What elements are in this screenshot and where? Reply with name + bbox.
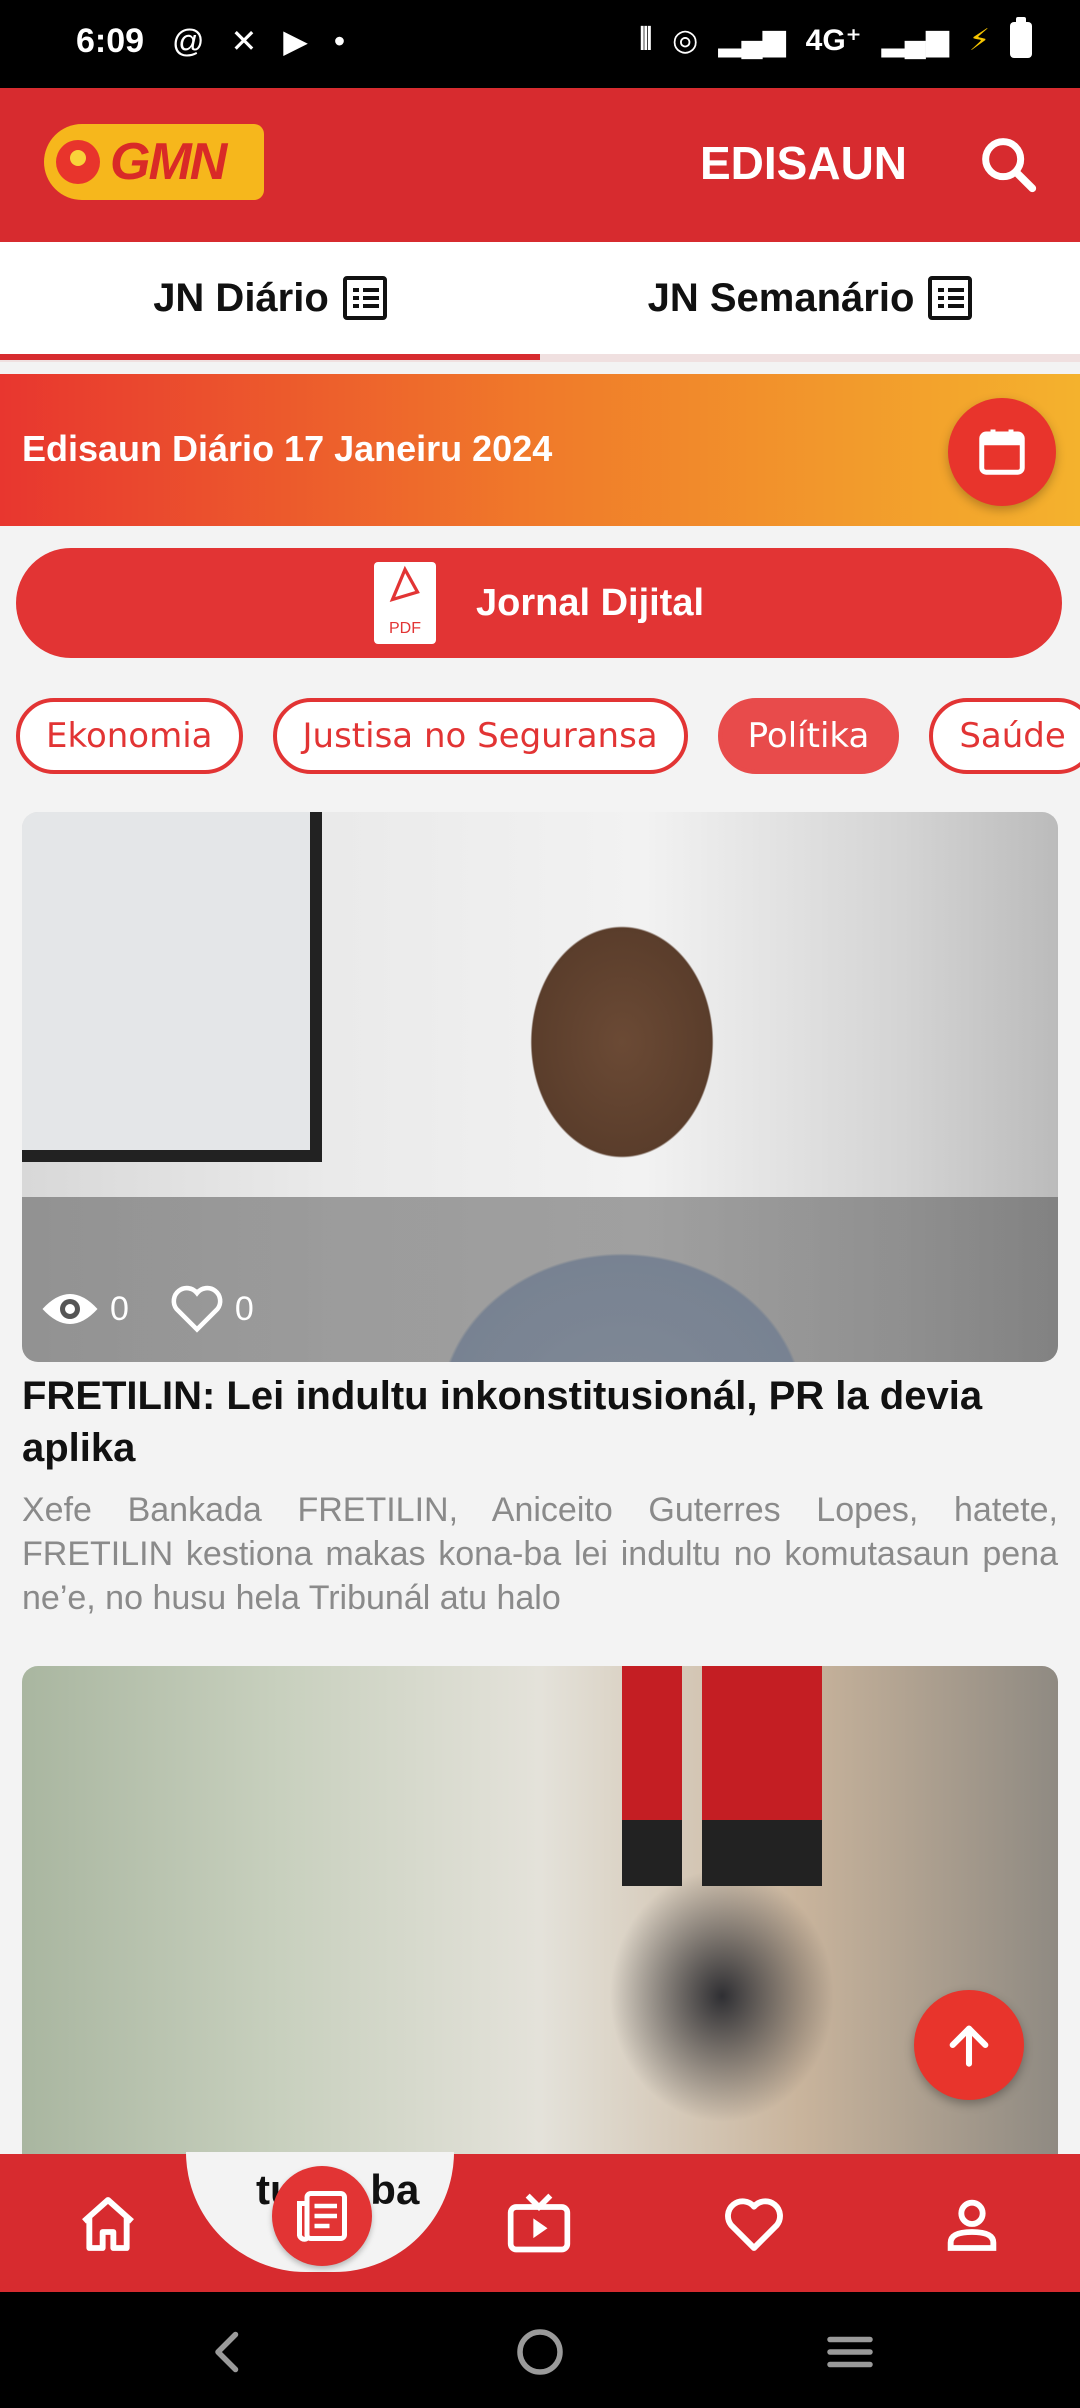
nav-profile[interactable] bbox=[936, 2188, 1008, 2260]
logo-sun-icon bbox=[56, 140, 100, 184]
tab-jn-semanario[interactable]: JN Semanário bbox=[540, 242, 1080, 354]
home-system-button[interactable] bbox=[510, 2322, 570, 2382]
app-logo[interactable]: GMN bbox=[44, 124, 264, 200]
status-time: 6:09 bbox=[76, 22, 145, 60]
heart-outline-icon[interactable] bbox=[169, 1284, 225, 1334]
pdf-icon: PDF bbox=[373, 562, 436, 644]
edition-tabs: JN Diário JN Semanário bbox=[0, 242, 1080, 362]
heart-icon bbox=[725, 2198, 783, 2251]
chip-politika[interactable]: Polítika bbox=[717, 698, 900, 774]
article-card[interactable]: 0 0 bbox=[22, 1666, 1058, 2216]
article-title[interactable]: FRETILIN: Lei indultu inkonstitusionál, … bbox=[22, 1370, 1058, 1474]
jornal-dijital-label: Jornal Dijital bbox=[475, 581, 705, 624]
list-icon bbox=[342, 276, 387, 320]
newspaper-icon bbox=[296, 2191, 347, 2242]
edition-banner: Edisaun Diário 17 Janeiru 2024 bbox=[0, 374, 1080, 526]
search-icon bbox=[982, 138, 1037, 193]
flag bbox=[702, 1666, 762, 1886]
back-button[interactable] bbox=[198, 2322, 258, 2382]
circle-home-icon bbox=[517, 2329, 563, 2375]
list-icon bbox=[928, 276, 973, 320]
tab-label: JN Semanário bbox=[647, 275, 915, 320]
vibrate-icon: ⫴ bbox=[639, 23, 653, 56]
youtube-icon: ▶ bbox=[283, 23, 308, 59]
threads-icon: @ bbox=[172, 22, 205, 59]
dot-icon: • bbox=[333, 22, 346, 59]
jornal-dijital-button[interactable]: PDF Jornal Dijital bbox=[16, 548, 1062, 658]
nav-tv[interactable] bbox=[503, 2188, 575, 2260]
network-type: 4G⁺ bbox=[805, 23, 862, 57]
x-icon: ✕ bbox=[230, 23, 258, 59]
app-header: GMN EDISAUN bbox=[0, 88, 1080, 242]
page-title: EDISAUN bbox=[700, 137, 908, 189]
charging-icon: ⚡ bbox=[968, 23, 990, 57]
nav-home[interactable] bbox=[72, 2188, 144, 2260]
edition-date: Edisaun Diário 17 Janeiru 2024 bbox=[22, 428, 553, 469]
tab-label: JN Diário bbox=[153, 275, 329, 320]
flag bbox=[622, 1666, 682, 1886]
calendar-icon bbox=[979, 429, 1025, 475]
tv-icon bbox=[507, 2193, 571, 2253]
eye-icon bbox=[42, 1294, 98, 1324]
hotspot-icon: ◎ bbox=[672, 23, 699, 57]
signal-icon: ▂▄▆ bbox=[718, 23, 786, 57]
article-image[interactable]: 0 0 bbox=[22, 1666, 1058, 2216]
status-bar: 6:09 @ ✕ ▶ • ⫴ ◎ ▂▄▆ 4G⁺ ▂▄▆ ⚡ bbox=[0, 0, 1080, 88]
calendar-button[interactable] bbox=[948, 398, 1056, 506]
article-description: Xefe Bankada FRETILIN, Aniceito Guterres… bbox=[22, 1491, 1058, 1617]
chip-ekonomia[interactable]: Ekonomia bbox=[16, 698, 243, 774]
nav-edition-button[interactable] bbox=[272, 2166, 372, 2266]
signal-icon-2: ▂▄▆ bbox=[881, 23, 949, 57]
nav-favorites[interactable] bbox=[718, 2188, 790, 2260]
bottom-navigation: tulun ba bbox=[0, 2152, 1080, 2292]
article-card[interactable]: 0 0 FRETILIN: Lei indultu inkonstitusion… bbox=[22, 812, 1058, 1620]
back-icon bbox=[215, 2331, 239, 2373]
menu-icon bbox=[827, 2336, 873, 2368]
article-stats: 0 0 bbox=[40, 1284, 254, 1334]
scroll-top-button[interactable] bbox=[914, 1990, 1024, 2100]
wall-frame bbox=[22, 812, 322, 1162]
flag bbox=[762, 1666, 822, 1886]
battery-icon bbox=[1010, 17, 1032, 58]
article-image[interactable]: 0 0 bbox=[22, 812, 1058, 1362]
chip-justisa-no-seguransa[interactable]: Justisa no Seguransa bbox=[272, 698, 688, 774]
arrow-up-icon bbox=[949, 2025, 989, 2067]
recents-button[interactable] bbox=[820, 2322, 880, 2382]
like-count: 0 bbox=[234, 1289, 254, 1328]
search-button[interactable] bbox=[974, 130, 1044, 200]
home-icon bbox=[82, 2197, 134, 2251]
system-navigation-bar bbox=[0, 2292, 1080, 2408]
view-count: 0 bbox=[110, 1289, 129, 1328]
category-chips: Ekonomia Justisa no Seguransa Polítika Saúd… bbox=[16, 698, 1080, 774]
chip-saude[interactable]: Saúde bbox=[929, 698, 1080, 774]
person-icon bbox=[947, 2199, 997, 2251]
tab-jn-diario[interactable]: JN Diário bbox=[0, 242, 540, 360]
